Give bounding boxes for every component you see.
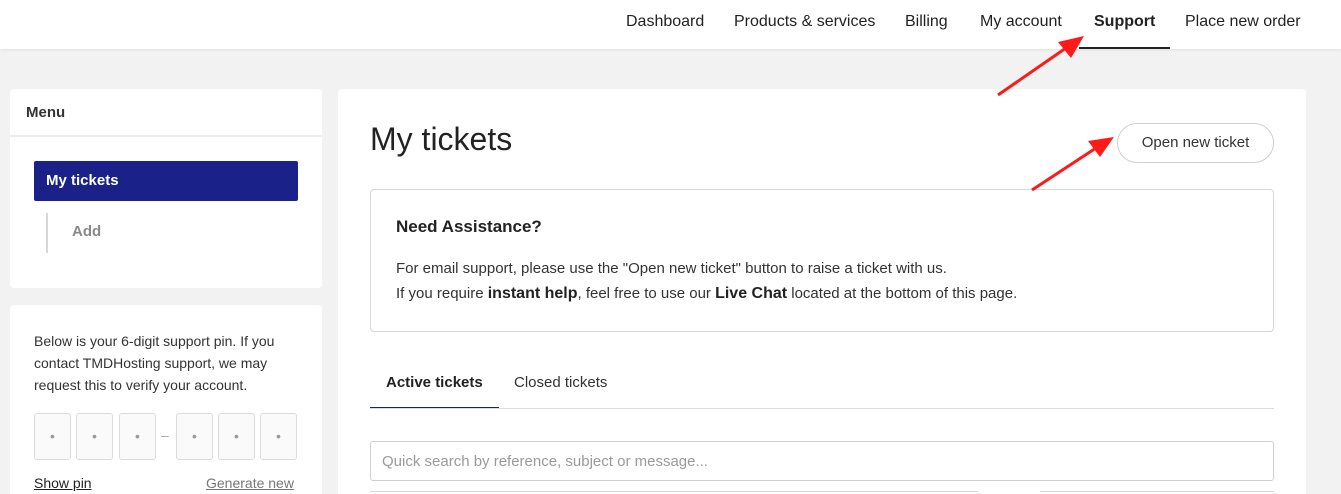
tab-closed-tickets[interactable]: Closed tickets bbox=[514, 374, 607, 391]
pin-description: Below is your 6-digit support pin. If yo… bbox=[34, 333, 275, 393]
top-navigation-bar: Dashboard Products & services Billing My… bbox=[0, 0, 1341, 49]
nav-billing[interactable]: Billing bbox=[905, 0, 948, 49]
sidebar-menu-card: Menu My tickets Add bbox=[10, 89, 322, 288]
tab-active-tickets[interactable]: Active tickets bbox=[370, 374, 499, 409]
assistance-box: Need Assistance? For email support, plea… bbox=[370, 189, 1274, 332]
pin-digit: • bbox=[176, 413, 213, 460]
nav-my-account[interactable]: My account bbox=[980, 0, 1062, 49]
pin-digit: • bbox=[34, 413, 71, 460]
live-chat-text: Live Chat bbox=[715, 285, 788, 302]
sidebar-item-my-tickets[interactable]: My tickets bbox=[34, 161, 298, 201]
open-new-ticket-button[interactable]: Open new ticket bbox=[1117, 123, 1274, 163]
pin-digit: • bbox=[218, 413, 255, 460]
nav-products-services[interactable]: Products & services bbox=[734, 0, 875, 49]
assistance-text-line2: If you require instant help, feel free t… bbox=[396, 285, 1017, 303]
pin-digit: • bbox=[119, 413, 156, 460]
show-pin-link[interactable]: Show pin bbox=[34, 475, 92, 491]
generate-new-pin-link[interactable]: Generate new bbox=[206, 475, 294, 491]
instant-help-text: instant help bbox=[487, 285, 578, 302]
nav-dashboard[interactable]: Dashboard bbox=[626, 0, 704, 49]
support-pin-card: Below is your 6-digit support pin. If yo… bbox=[10, 305, 322, 494]
page-title: My tickets bbox=[370, 121, 513, 157]
pin-digit: • bbox=[260, 413, 297, 460]
tabs-divider bbox=[370, 408, 1274, 409]
assistance-text: located at the bottom of this page. bbox=[787, 285, 1018, 302]
menu-title: Menu bbox=[10, 89, 322, 137]
nav-place-new-order[interactable]: Place new order bbox=[1185, 0, 1301, 49]
assistance-text: If you require bbox=[396, 285, 488, 302]
nav-support[interactable]: Support bbox=[1079, 0, 1171, 49]
pin-digit: • bbox=[76, 413, 113, 460]
assistance-text-line1: For email support, please use the "Open … bbox=[396, 260, 947, 277]
sidebar-item-add[interactable]: Add bbox=[72, 223, 101, 240]
submenu-divider bbox=[46, 213, 48, 253]
assistance-title: Need Assistance? bbox=[396, 217, 542, 236]
pin-separator: – bbox=[161, 427, 169, 443]
main-content-card: My tickets Open new ticket Need Assistan… bbox=[338, 89, 1306, 494]
ticket-search-input[interactable] bbox=[370, 441, 1274, 481]
assistance-text: , feel free to use our bbox=[577, 285, 716, 302]
